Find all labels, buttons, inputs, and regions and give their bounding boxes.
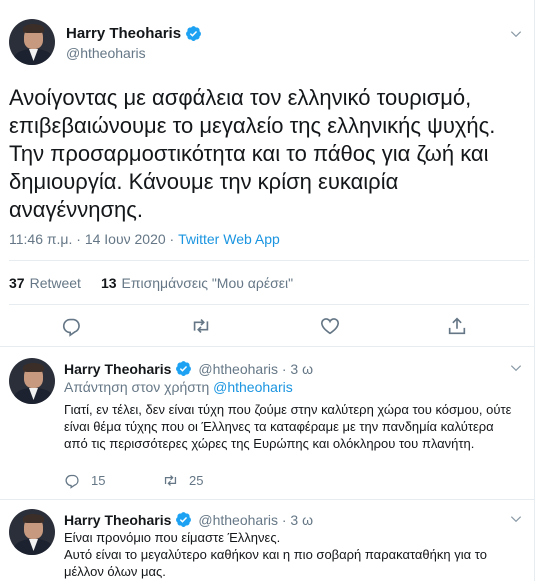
- reply-actions: 15 25: [64, 472, 260, 489]
- reply-icon[interactable]: [64, 472, 81, 489]
- tweet-meta: 11:46 π.μ. · 14 Ιουν 2020 · Twitter Web …: [9, 231, 280, 247]
- timestamp[interactable]: 11:46 π.μ. · 14 Ιουν 2020 ·: [9, 231, 178, 247]
- retweets-count: 37: [9, 275, 25, 291]
- author-name-row[interactable]: Harry Theoharis: [66, 25, 202, 42]
- reply-tweet[interactable]: Harry Theoharis @htheoharis · 3 ω Είναι …: [0, 499, 534, 581]
- chevron-down-icon[interactable]: [509, 361, 523, 375]
- likes-count: 13: [100, 275, 117, 291]
- source-link[interactable]: Twitter Web App: [178, 231, 280, 247]
- verified-badge-icon: [176, 361, 192, 376]
- author-name-row[interactable]: Harry Theoharis @htheoharis · 3 ω: [64, 360, 313, 377]
- author-name[interactable]: Harry Theoharis: [66, 25, 181, 42]
- likes-label: Επισημάνσεις "Μου αρέσει": [121, 275, 294, 291]
- divider: [9, 304, 529, 305]
- retweets-label: Retweet: [29, 275, 81, 291]
- reply-text: Είναι προνόμιο που είμαστε Έλληνες. Αυτό…: [64, 529, 520, 580]
- author-name[interactable]: Harry Theoharis: [64, 512, 171, 528]
- reply-text: Γιατί, εν τέλει, δεν είναι τύχη που ζούμ…: [64, 402, 512, 451]
- tweet-stats: 37 Retweet 13 Επισημάνσεις "Μου αρέσει": [9, 275, 293, 291]
- like-icon[interactable]: [319, 315, 341, 337]
- handle-and-time[interactable]: @htheoharis · 3 ω: [198, 512, 313, 528]
- verified-badge-icon: [176, 512, 192, 527]
- retweet-icon[interactable]: [190, 315, 212, 337]
- retweet-action[interactable]: 25: [162, 472, 260, 489]
- reply-to-label: Απάντηση στον χρήστη: [64, 379, 214, 395]
- author-name-row[interactable]: Harry Theoharis @htheoharis · 3 ω: [64, 511, 313, 528]
- reply-text-line: Είναι προνόμιο που είμαστε Έλληνες.: [64, 530, 281, 545]
- reply-text-line: Αυτό είναι το μεγαλύτερο καθήκον και η π…: [64, 547, 487, 579]
- avatar[interactable]: [9, 358, 55, 404]
- verified-badge-icon: [186, 26, 201, 41]
- tweet-text: Ανοίγοντας με ασφάλεια τον ελληνικό τουρ…: [9, 85, 496, 222]
- avatar[interactable]: [9, 19, 55, 65]
- reply-tweet[interactable]: Harry Theoharis @htheoharis · 3 ω Απάντη…: [0, 346, 534, 499]
- author-handle[interactable]: @htheoharis: [66, 45, 146, 61]
- likes-stat[interactable]: 13 Επισημάνσεις "Μου αρέσει": [101, 275, 293, 291]
- chevron-down-icon[interactable]: [509, 27, 523, 41]
- frame-border: [534, 0, 535, 581]
- retweets-count: 25: [189, 473, 204, 488]
- author-name[interactable]: Harry Theoharis: [64, 361, 171, 377]
- divider: [9, 260, 529, 261]
- avatar[interactable]: [9, 509, 55, 555]
- chevron-down-icon[interactable]: [509, 512, 523, 526]
- reply-action[interactable]: 15: [64, 472, 162, 489]
- handle-and-time[interactable]: @htheoharis · 3 ω: [198, 361, 313, 377]
- reply-to-mention[interactable]: @htheoharis: [213, 379, 293, 395]
- reply-icon[interactable]: [61, 315, 83, 337]
- replies-count: 15: [91, 473, 106, 488]
- share-icon[interactable]: [446, 315, 468, 337]
- retweets-stat[interactable]: 37 Retweet: [9, 275, 81, 291]
- reply-to-line: Απάντηση στον χρήστη @htheoharis: [64, 379, 293, 395]
- retweet-icon[interactable]: [162, 472, 179, 489]
